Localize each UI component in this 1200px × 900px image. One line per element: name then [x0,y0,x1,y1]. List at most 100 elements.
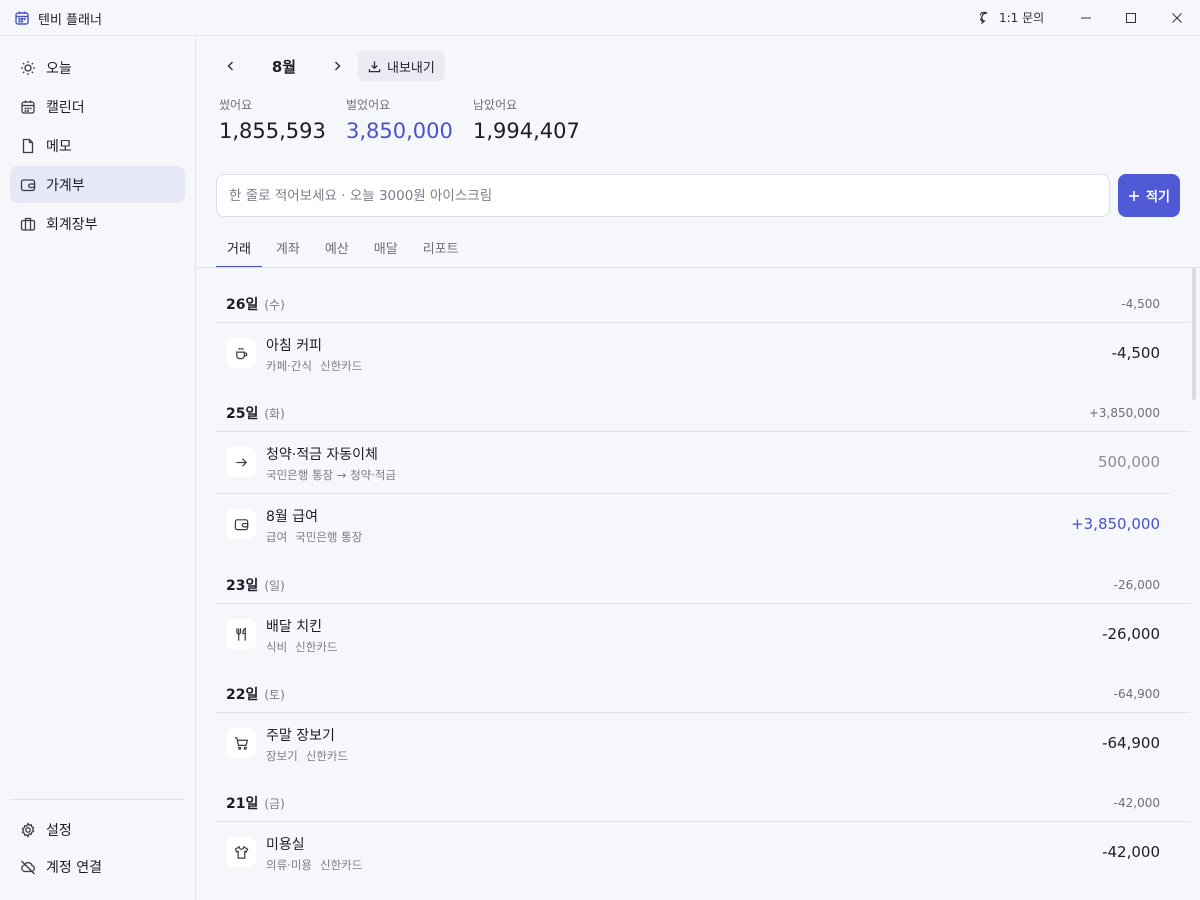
sidebar-item-memo[interactable]: 메모 [10,127,185,164]
transaction-amount: -26,000 [1102,625,1160,643]
stat-left: 남았어요 1,994,407 [473,96,580,143]
gear-icon [21,821,35,838]
transaction-account: 국민은행 통장 [295,530,363,544]
transaction-category: 장보기 [266,749,298,763]
arrow-right-icon [226,447,256,477]
sidebar-item-label: 설정 [46,822,72,839]
wallet-icon [226,509,256,539]
sidebar-item-label: 오늘 [46,60,72,77]
app-title: 텐비 플래너 [38,13,102,28]
close-button[interactable] [1154,0,1200,36]
day-of-week: (토) [264,688,285,702]
day-header: 25일 (화) +3,850,000 [216,377,1190,432]
inquiry-button[interactable]: 1:1 문의 [980,9,1044,26]
export-button[interactable]: 내보내기 [358,51,445,81]
cart-icon [226,728,256,758]
transaction-name: 주말 장보기 [266,728,335,744]
add-entry-button[interactable]: 적기 [1118,174,1180,217]
sun-icon [21,60,35,75]
shirt-icon [226,837,256,867]
stat-spent-label: 썼어요 [219,98,253,112]
transaction-account: 신한카드 [319,858,363,872]
transaction-row[interactable]: 청약·적금 자동이체 국민은행 통장 → 청약·적금 500,000 [216,432,1170,494]
day-of-week: (금) [264,797,285,811]
transaction-category: 의류·미용 [266,858,312,872]
transaction-row[interactable]: 배달 치킨 식비 신한카드 -26,000 [216,604,1170,666]
transaction-meta: 식비 신한카드 [266,639,338,655]
maximize-button[interactable] [1108,0,1154,36]
prev-month-button[interactable] [216,51,246,81]
tab-monthly[interactable]: 매달 [363,232,409,268]
day-header: 22일 (토) -64,900 [216,658,1190,713]
tab-accounts[interactable]: 계좌 [265,232,311,268]
transaction-row[interactable]: 8월 급여 급여 국민은행 통장 +3,850,000 [216,494,1170,556]
chevron-right-icon [335,61,341,71]
minimize-icon [1081,17,1091,19]
transaction-row[interactable]: 아침 커피 카페·간식 신한카드 -4,500 [216,323,1170,385]
day-header: 21일 (금) -42,000 [216,767,1190,822]
export-label: 내보내기 [387,60,435,76]
transaction-list[interactable]: 26일 (수) -4,500 아침 커피 카페·간식 신한카드 -4,500 25일… [196,268,1200,900]
stat-left-value: 1,994,407 [473,119,580,143]
day-total: -26,000 [1113,578,1160,592]
tab-budget[interactable]: 예산 [314,232,360,268]
sidebar: 오늘 캘린더 메모 가계부 회계장부 설정 계정 연결 [0,36,196,900]
sidebar-item-ledger[interactable]: 회계장부 [10,205,185,242]
transaction-row[interactable]: 주말 장보기 장보기 신한카드 -64,900 [216,713,1170,775]
title-bar: 텐비 플래너 1:1 문의 [0,0,1200,36]
transaction-amount: +3,850,000 [1071,515,1160,533]
plus-icon [1129,190,1140,201]
day-of-week: (일) [264,579,285,593]
transaction-category: 급여 [266,530,288,544]
transaction-account: 신한카드 [319,359,363,373]
main-content: 8월 내보내기 썼어요 1,855,593 벌었어요 3,850,000 남았어… [196,36,1200,900]
wallet-icon [20,178,36,191]
add-entry-label: 적기 [1146,190,1170,205]
sidebar-item-account-link[interactable]: 계정 연결 [10,848,185,885]
list-scrollbar[interactable] [1192,268,1196,400]
sidebar-item-label: 계정 연결 [46,859,102,876]
transaction-name: 8월 급여 [266,509,318,525]
coffee-icon [226,338,256,368]
tab-report[interactable]: 리포트 [412,232,470,268]
close-icon [1172,13,1182,23]
quick-entry-input[interactable] [216,174,1110,217]
sidebar-item-budget[interactable]: 가계부 [10,166,185,203]
sidebar-item-today[interactable]: 오늘 [10,49,185,86]
day-date: 22일 (토) [226,687,285,703]
tab-transactions[interactable]: 거래 [216,232,262,268]
transaction-name: 배달 치킨 [266,619,322,635]
transaction-category: 국민은행 통장 → 청약·적금 [266,468,397,482]
transaction-amount: 500,000 [1097,453,1160,471]
transaction-meta: 카페·간식 신한카드 [266,358,362,374]
stat-left-label: 남았어요 [473,98,518,112]
sidebar-item-label: 회계장부 [46,216,98,233]
transaction-amount: -64,900 [1102,734,1160,752]
stat-spent: 썼어요 1,855,593 [219,96,326,143]
next-month-button[interactable] [322,51,352,81]
chat-bubble-icon [980,11,988,24]
transaction-name: 아침 커피 [266,338,322,354]
transaction-name: 청약·적금 자동이체 [266,447,378,463]
day-total: -4,500 [1121,297,1160,311]
day-total: +3,850,000 [1088,406,1160,420]
day-date: 25일 (화) [226,406,285,422]
transaction-row[interactable]: 미용실 의류·미용 신한카드 -42,000 [216,822,1170,884]
minimize-button[interactable] [1063,0,1109,36]
chevron-left-icon [227,61,233,71]
day-total: -42,000 [1113,796,1160,810]
document-icon [22,138,34,153]
transaction-meta: 의류·미용 신한카드 [266,857,362,873]
transaction-name: 미용실 [266,837,305,853]
briefcase-icon [20,217,36,231]
stat-earned: 벌었어요 3,850,000 [346,96,453,143]
transaction-amount: -4,500 [1111,344,1160,362]
download-icon [368,60,381,72]
day-header: 26일 (수) -4,500 [216,268,1190,323]
sidebar-item-label: 메모 [46,138,72,155]
stat-earned-label: 벌었어요 [346,98,391,112]
sidebar-item-settings[interactable]: 설정 [10,811,185,848]
transaction-meta: 장보기 신한카드 [266,748,348,764]
day-total: -64,900 [1113,687,1160,701]
sidebar-item-calendar[interactable]: 캘린더 [10,88,185,125]
